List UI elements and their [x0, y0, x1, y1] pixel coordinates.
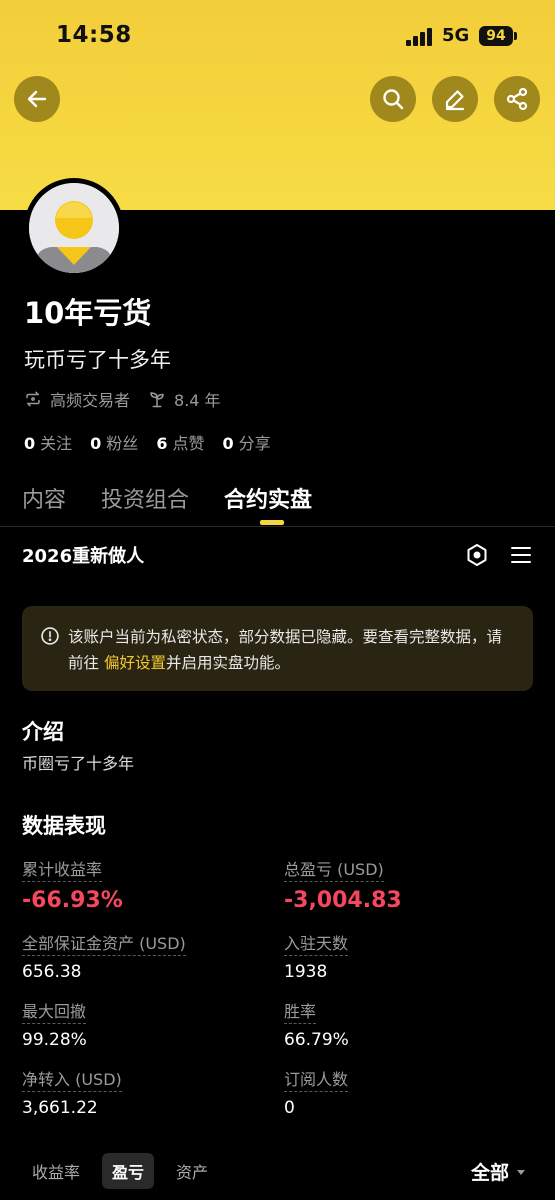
info-icon [41, 627, 59, 645]
metric-net-transfer: 净转入 (USD) 3,661.22 [22, 1066, 122, 1118]
profile-tags: 高频交易者 8.4 年 [24, 387, 239, 411]
arrow-left-icon [27, 90, 47, 108]
avatar[interactable] [24, 178, 124, 278]
range-filter[interactable]: 全部 [471, 1158, 527, 1185]
chart-tabs: 收益率 盈亏 资产 全部 [22, 1153, 533, 1189]
trader-type-label: 高频交易者 [50, 391, 131, 410]
notice-text: 该账户当前为私密状态，部分数据已隐藏。要查看完整数据，请前往 偏好设置并启用实盘… [68, 628, 503, 672]
stat-shares[interactable]: 0 分享 [222, 430, 270, 454]
user-silhouette-icon [29, 183, 119, 273]
metric-win-rate: 胜率 66.79% [284, 998, 349, 1050]
metric-max-drawdown: 最大回撤 99.28% [22, 998, 87, 1050]
portfolio-name[interactable]: 2026重新做人 [22, 542, 144, 568]
stat-following[interactable]: 0 关注 [24, 430, 72, 454]
metric-cumulative-return: 累计收益率 -66.93% [22, 856, 123, 913]
profile-bio: 玩币亏了十多年 [24, 348, 171, 372]
status-bar: 14:58 5G 94 [0, 0, 555, 72]
repeat-icon [26, 391, 40, 407]
share-button[interactable] [494, 76, 540, 122]
preferences-link[interactable]: 偏好设置 [104, 654, 166, 672]
tab-content[interactable]: 内容 [22, 482, 66, 514]
performance-title: 数据表现 [22, 814, 106, 838]
privacy-notice: 该账户当前为私密状态，部分数据已隐藏。要查看完整数据，请前往 偏好设置并启用实盘… [22, 606, 533, 691]
profile-name: 10年亏货 [24, 296, 152, 330]
trader-type-tag: 高频交易者 [24, 387, 130, 411]
caret-down-icon [517, 1169, 525, 1175]
metric-margin-assets: 全部保证金资产 (USD) 656.38 [22, 930, 186, 982]
tenure-label: 8.4 年 [174, 391, 221, 410]
profile-stats: 0 关注 0 粉丝 6 点赞 0 分享 [24, 430, 289, 454]
signal-icon [406, 28, 434, 46]
battery-icon: 94 [479, 26, 513, 46]
chart-tab-pnl[interactable]: 盈亏 [102, 1153, 155, 1189]
intro-text: 币圈亏了十多年 [22, 754, 135, 773]
share-icon [506, 87, 528, 111]
metric-days-joined: 入驻天数 1938 [284, 930, 349, 982]
intro-title: 介绍 [22, 720, 64, 744]
range-filter-label: 全部 [470, 1162, 509, 1184]
hexagon-settings-icon[interactable] [465, 543, 489, 567]
profile-tabs: 内容 投资组合 合约实盘 [22, 482, 347, 514]
tabs-divider [0, 526, 555, 527]
metric-subscribers: 订阅人数 0 [284, 1066, 349, 1118]
network-type: 5G [442, 25, 470, 46]
tab-futures-live[interactable]: 合约实盘 [224, 482, 312, 514]
pencil-icon [445, 90, 465, 111]
active-tab-indicator [260, 520, 284, 525]
chart-tab-return-rate[interactable]: 收益率 [22, 1153, 90, 1189]
back-button[interactable] [14, 76, 60, 122]
battery-cap [514, 32, 517, 40]
stat-followers[interactable]: 0 粉丝 [90, 430, 138, 454]
edit-button[interactable] [432, 76, 478, 122]
stat-likes[interactable]: 6 点赞 [156, 430, 204, 454]
status-time: 14:58 [56, 22, 132, 48]
avatar-image [29, 183, 119, 273]
search-button[interactable] [370, 76, 416, 122]
tab-portfolio[interactable]: 投资组合 [101, 482, 189, 514]
tenure-tag: 8.4 年 [148, 387, 221, 411]
chart-tab-assets[interactable]: 资产 [166, 1153, 218, 1189]
search-icon [383, 89, 404, 110]
portfolio-header: 2026重新做人 [22, 540, 533, 570]
sprout-icon [150, 392, 164, 408]
metric-total-pnl: 总盈亏 (USD) -3,004.83 [284, 856, 402, 913]
menu-icon[interactable] [509, 543, 533, 567]
